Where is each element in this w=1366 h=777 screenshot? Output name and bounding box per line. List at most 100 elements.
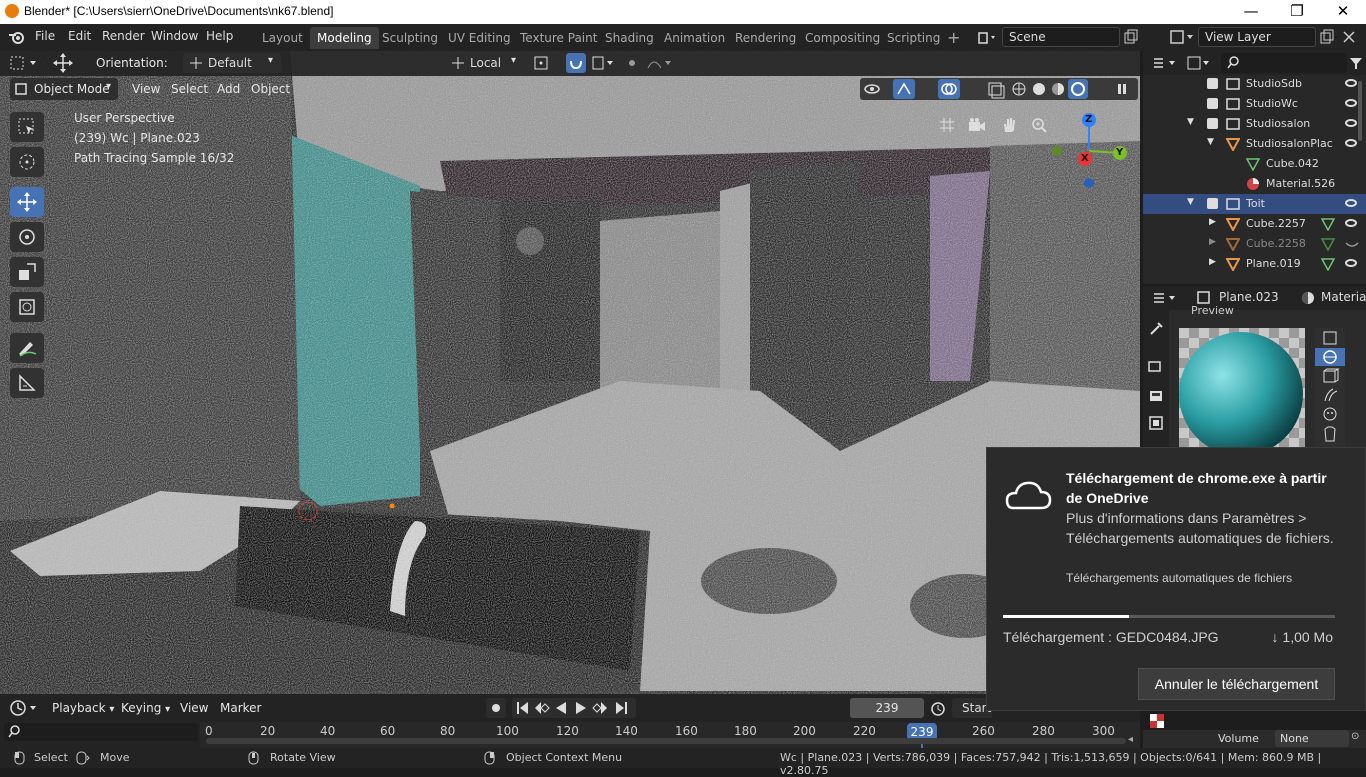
outliner-row[interactable]: ▶ Cube.2257 [1143,214,1366,234]
current-frame-field[interactable]: 239 [850,698,924,718]
annotate-tool[interactable] [10,333,44,363]
volume-socket-icon[interactable]: ⊙ [1351,731,1359,742]
marker-menu[interactable]: Marker [216,698,265,718]
menu-help[interactable]: Help [206,29,233,43]
eye-closed-icon[interactable] [1345,237,1359,251]
properties-editor-type-icon[interactable] [1151,289,1181,307]
tab-modeling[interactable]: Modeling [310,27,379,49]
close-button[interactable]: ✕ [1320,0,1366,24]
eye-icon[interactable] [1345,79,1357,87]
eye-icon[interactable] [1345,199,1357,207]
transform-tool[interactable] [10,292,44,322]
3d-viewport[interactable]: Orientation: Default ▾ Local ▾ Object Mo… [0,51,1140,694]
new-scene-icon[interactable] [1122,28,1140,46]
timeline-search-input[interactable] [4,723,198,741]
toggle-camera-view-grid-icon[interactable] [935,113,959,137]
filter-icon[interactable] [1349,56,1363,70]
viewport-menu-view[interactable]: View [128,79,164,99]
jump-end-icon[interactable] [612,699,630,717]
expand-chevron-icon[interactable]: ▼ [1207,137,1214,147]
frame-ruler[interactable] [200,722,1140,748]
checkbox-icon[interactable] [1207,98,1218,109]
view-layer-field[interactable]: View Layer [1198,27,1316,47]
volume-dropdown[interactable]: None [1275,730,1349,747]
object-mode-dropdown[interactable]: Object Mode ▾ [10,78,118,100]
outliner-row[interactable]: ▶ Cube.2258 [1143,234,1366,254]
timeline-view-menu[interactable]: View [176,698,212,718]
view-layer-icon[interactable] [1168,28,1196,46]
preview-sphere-icon[interactable] [1315,348,1345,366]
tool-settings-tab-icon[interactable] [1148,321,1164,337]
outliner-editor-type-icon[interactable] [1151,54,1181,72]
cursor-tool[interactable] [10,147,44,177]
outliner-row[interactable]: StudioSdb [1143,74,1366,94]
play-reverse-icon[interactable] [552,699,570,717]
menu-render[interactable]: Render [102,29,145,43]
tab-layout[interactable]: Layout [255,27,310,49]
solid-shading-icon[interactable] [1031,81,1047,97]
preview-cube-icon[interactable] [1317,368,1343,384]
outliner-row[interactable]: ▶ Plane.019 [1143,254,1366,274]
move-tool[interactable] [10,187,44,217]
scroll-right-icon[interactable]: ◂ [1128,734,1133,745]
tab-texture-paint[interactable]: Texture Paint [513,27,604,49]
outliner-row[interactable]: ▼ Studiosalon [1143,114,1366,134]
blender-menu-icon[interactable] [8,29,26,45]
material-shading-icon[interactable] [1050,81,1066,97]
expand-chevron-icon[interactable]: ▶ [1209,217,1216,227]
preview-monkey-icon[interactable] [1317,406,1343,422]
add-workspace-button[interactable]: + [940,27,967,49]
outliner-row[interactable]: ▼ Toit [1143,194,1366,214]
outliner-scrollbar[interactable] [1358,81,1362,141]
notification-settings-link[interactable]: Téléchargements automatiques de fichiers [1066,571,1292,585]
tab-uv-editing[interactable]: UV Editing [441,27,518,49]
wireframe-shading-icon[interactable] [1011,81,1027,97]
display-mode-icon[interactable] [1185,54,1215,72]
snap-target-icon[interactable] [590,53,616,73]
tab-sculpting[interactable]: Sculpting [375,27,445,49]
tab-scripting[interactable]: Scripting [880,27,947,49]
outliner-row[interactable]: ▼ StudiosalonPlac [1143,134,1366,154]
outliner-search-input[interactable] [1221,53,1347,73]
checkbox-icon[interactable] [1207,118,1218,129]
scene-icon[interactable] [975,28,999,48]
scale-tool[interactable] [10,257,44,287]
outliner-row[interactable]: StudioWc [1143,94,1366,114]
viewport-menu-select[interactable]: Select [167,79,212,99]
proportional-editing-icon[interactable] [622,53,642,73]
outliner-row[interactable]: Cube.042 [1143,154,1366,174]
eye-icon[interactable] [1345,99,1357,107]
xray-toggle-icon[interactable] [985,79,1007,99]
timeline-scrollbar[interactable] [206,738,1126,744]
menu-window[interactable]: Window [151,29,198,43]
render-tab-icon[interactable] [1148,358,1164,374]
preview-hair-icon[interactable] [1317,387,1343,403]
output-tab-icon[interactable] [1148,388,1164,404]
expand-chevron-icon[interactable]: ▼ [1187,197,1194,207]
minimize-button[interactable]: — [1228,0,1274,24]
gizmo-toggle-icon[interactable] [893,79,915,99]
camera-icon[interactable] [965,113,989,137]
pivot-point-icon[interactable] [532,53,560,73]
new-view-layer-icon[interactable] [1318,28,1336,46]
orientation-dropdown[interactable]: Default ▾ [183,53,281,73]
tab-rendering[interactable]: Rendering [728,27,803,49]
falloff-icon[interactable] [645,53,675,73]
overlays-toggle-icon[interactable] [938,79,960,99]
scene-field[interactable]: Scene [1002,27,1120,47]
pause-render-icon[interactable] [1112,79,1132,99]
view-layer-tab-icon[interactable] [1148,415,1164,431]
eye-icon[interactable] [1345,259,1357,267]
viewport-menu-add[interactable]: Add [213,79,244,99]
outliner-row[interactable]: Material.526 [1143,174,1366,194]
expand-chevron-icon[interactable]: ▼ [1187,117,1194,127]
navigation-gizmo[interactable]: Z X Y [1048,109,1134,195]
tab-animation[interactable]: Animation [657,27,732,49]
eye-icon[interactable] [1345,119,1357,127]
pivot-dropdown[interactable]: Local ▾ [445,53,523,73]
checkbox-icon[interactable] [1207,78,1218,89]
play-icon[interactable] [572,699,590,717]
select-box-mode-icon[interactable] [8,53,40,73]
measure-tool[interactable] [10,368,44,398]
menu-file[interactable]: File [35,29,55,43]
